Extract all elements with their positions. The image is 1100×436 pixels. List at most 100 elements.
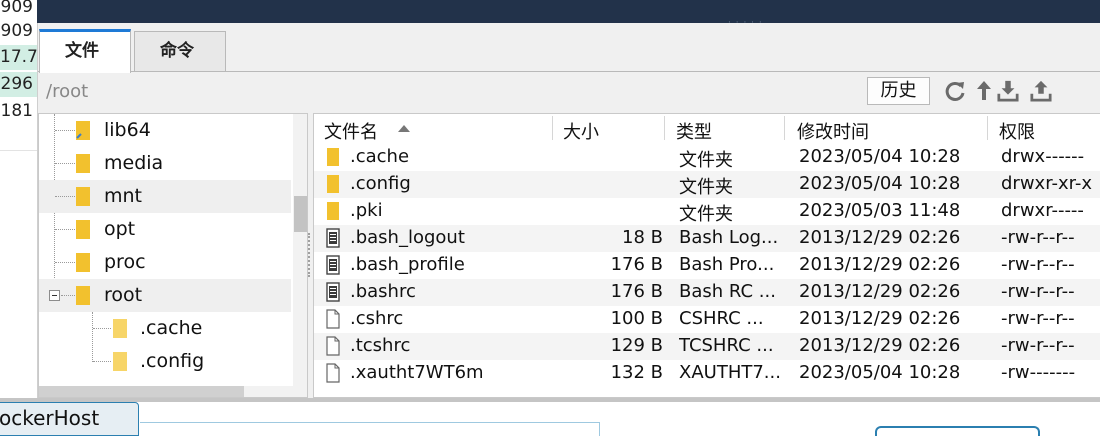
file-permissions: drwxr-xr-x <box>1001 173 1092 194</box>
folder-icon <box>113 352 127 371</box>
file-icon <box>326 363 340 383</box>
file-row[interactable]: .config 文件夹 2023/05/04 10:28 drwxr-xr-x <box>314 171 1100 198</box>
tree-item-label: mnt <box>104 185 142 207</box>
file-size: 176 B <box>610 281 663 302</box>
tree-vertical-scrollbar[interactable] <box>293 114 307 397</box>
file-permissions: -rw-r--r-- <box>1001 254 1075 275</box>
tree-item[interactable]: opt <box>39 213 291 246</box>
session-panel-frame <box>140 422 600 436</box>
tab-commands[interactable]: 命令 <box>134 31 226 72</box>
terminal-area[interactable] <box>37 0 1100 23</box>
refresh-icon[interactable] <box>944 79 966 103</box>
file-permissions: -rw-r--r-- <box>1001 308 1075 329</box>
file-modified: 2023/05/04 10:28 <box>799 362 961 383</box>
file-name: .bashrc <box>350 281 416 302</box>
tree-item-label: .cache <box>140 317 203 339</box>
pane-splitter[interactable] <box>308 233 312 277</box>
file-permissions: -rw------- <box>1001 362 1076 383</box>
file-row[interactable]: .xautht7WT6m 132 B XAUTHT7... 2023/05/04 10… <box>314 360 1100 387</box>
column-header-size[interactable]: 大小 <box>563 118 599 144</box>
scrollbar-thumb[interactable] <box>39 386 244 397</box>
file-name: .pki <box>350 200 383 221</box>
file-list-header: 文件名 大小 类型 修改时间 权限 <box>314 114 1100 144</box>
left-divider <box>0 150 37 151</box>
upload-icon[interactable] <box>1030 79 1052 103</box>
up-arrow-icon[interactable] <box>974 79 996 103</box>
directory-tree: lib64 media mnt opt proc root .cache .co… <box>38 113 308 398</box>
file-row[interactable]: .tcshrc 129 B TCSHRC ... 2013/12/29 02:26 -r… <box>314 333 1100 360</box>
collapse-toggle-icon[interactable] <box>49 290 60 301</box>
tree-item-selected[interactable]: mnt <box>39 180 291 213</box>
tree-item[interactable]: proc <box>39 246 291 279</box>
tree-item-label: media <box>104 152 164 174</box>
file-row[interactable]: .bashrc 176 B Bash RC ... 2013/12/29 02:26 -… <box>314 279 1100 306</box>
file-row[interactable]: .bash_profile 176 B Bash Pro... 2013/12/29 … <box>314 252 1100 279</box>
file-row[interactable]: .pki 文件夹 2023/05/03 11:48 drwxr----- <box>314 198 1100 225</box>
tree-item-label: .config <box>140 350 205 372</box>
file-type: 文件夹 <box>679 177 733 198</box>
column-header-name[interactable]: 文件名 <box>324 118 378 144</box>
file-icon <box>326 336 340 356</box>
file-name: .cache <box>350 146 410 167</box>
folder-icon <box>113 319 127 338</box>
file-permissions: -rw-r--r-- <box>1001 281 1075 302</box>
folder-open-icon <box>76 286 90 305</box>
folder-icon <box>76 253 90 272</box>
file-row[interactable]: .cshrc 100 B CSHRC ... 2013/12/29 02:26 -rw-… <box>314 306 1100 333</box>
left-number-strip: 909 909 17.7 296 181 <box>0 0 37 150</box>
folder-icon <box>326 201 340 221</box>
file-type: 文件夹 <box>679 204 733 225</box>
file-modified: 2013/12/29 02:26 <box>799 254 961 275</box>
folder-icon <box>76 187 90 206</box>
file-name: .cshrc <box>350 308 404 329</box>
download-icon[interactable] <box>997 79 1019 103</box>
file-row[interactable]: .bash_logout 18 B Bash Log... 2013/12/29 02… <box>314 225 1100 252</box>
file-size: 100 B <box>610 308 663 329</box>
file-modified: 2023/05/04 10:28 <box>799 173 961 194</box>
folder-link-icon <box>76 121 90 140</box>
tree-item[interactable]: .cache <box>39 312 291 345</box>
session-tab[interactable]: ockerHost <box>0 402 139 436</box>
file-modified: 2023/05/04 10:28 <box>799 146 961 167</box>
tab-files[interactable]: 文件 <box>39 29 131 73</box>
session-button[interactable] <box>875 426 1040 436</box>
file-type: Bash Pro... <box>679 254 775 275</box>
tree-item-label: root <box>104 284 143 306</box>
tree-item[interactable]: lib64 <box>39 114 291 147</box>
file-icon <box>326 309 340 329</box>
file-type: Bash RC ... <box>679 281 776 302</box>
file-type: 文件夹 <box>679 150 733 171</box>
file-type: XAUTHT7... <box>679 362 781 383</box>
left-number: 181 <box>0 101 33 121</box>
history-button[interactable]: 历史 <box>867 77 930 105</box>
file-modified: 2023/05/03 11:48 <box>799 200 961 221</box>
column-header-type[interactable]: 类型 <box>676 118 712 144</box>
path-bar: /root 历史 <box>38 73 1100 107</box>
file-type: CSHRC ... <box>679 308 764 329</box>
tree-item-label: proc <box>104 251 146 273</box>
column-header-modified[interactable]: 修改时间 <box>797 118 869 144</box>
file-permissions: -rw-r--r-- <box>1001 335 1075 356</box>
file-modified: 2013/12/29 02:26 <box>799 281 961 302</box>
file-name: .bash_logout <box>350 227 465 248</box>
file-size: 176 B <box>610 254 663 275</box>
file-name: .tcshrc <box>350 335 411 356</box>
script-file-icon <box>326 255 340 275</box>
left-number: 909 <box>0 0 33 17</box>
folder-icon <box>76 220 90 239</box>
sort-ascending-icon <box>398 125 410 132</box>
file-permissions: drwx------ <box>1001 146 1085 167</box>
file-type: TCSHRC ... <box>679 335 774 356</box>
tree-horizontal-scrollbar[interactable] <box>39 386 293 397</box>
scrollbar-thumb[interactable] <box>294 196 307 232</box>
tree-item-root[interactable]: root <box>39 279 291 312</box>
tree-item[interactable]: media <box>39 147 291 180</box>
tree-item[interactable]: .config <box>39 345 291 378</box>
column-header-permissions[interactable]: 权限 <box>999 118 1035 144</box>
path-input[interactable]: /root <box>46 81 88 102</box>
file-permissions: -rw-r--r-- <box>1001 227 1075 248</box>
left-number: 909 <box>0 21 33 41</box>
file-modified: 2013/12/29 02:26 <box>799 335 961 356</box>
file-name: .config <box>350 173 411 194</box>
file-row[interactable]: .cache 文件夹 2023/05/04 10:28 drwx------ <box>314 144 1100 171</box>
